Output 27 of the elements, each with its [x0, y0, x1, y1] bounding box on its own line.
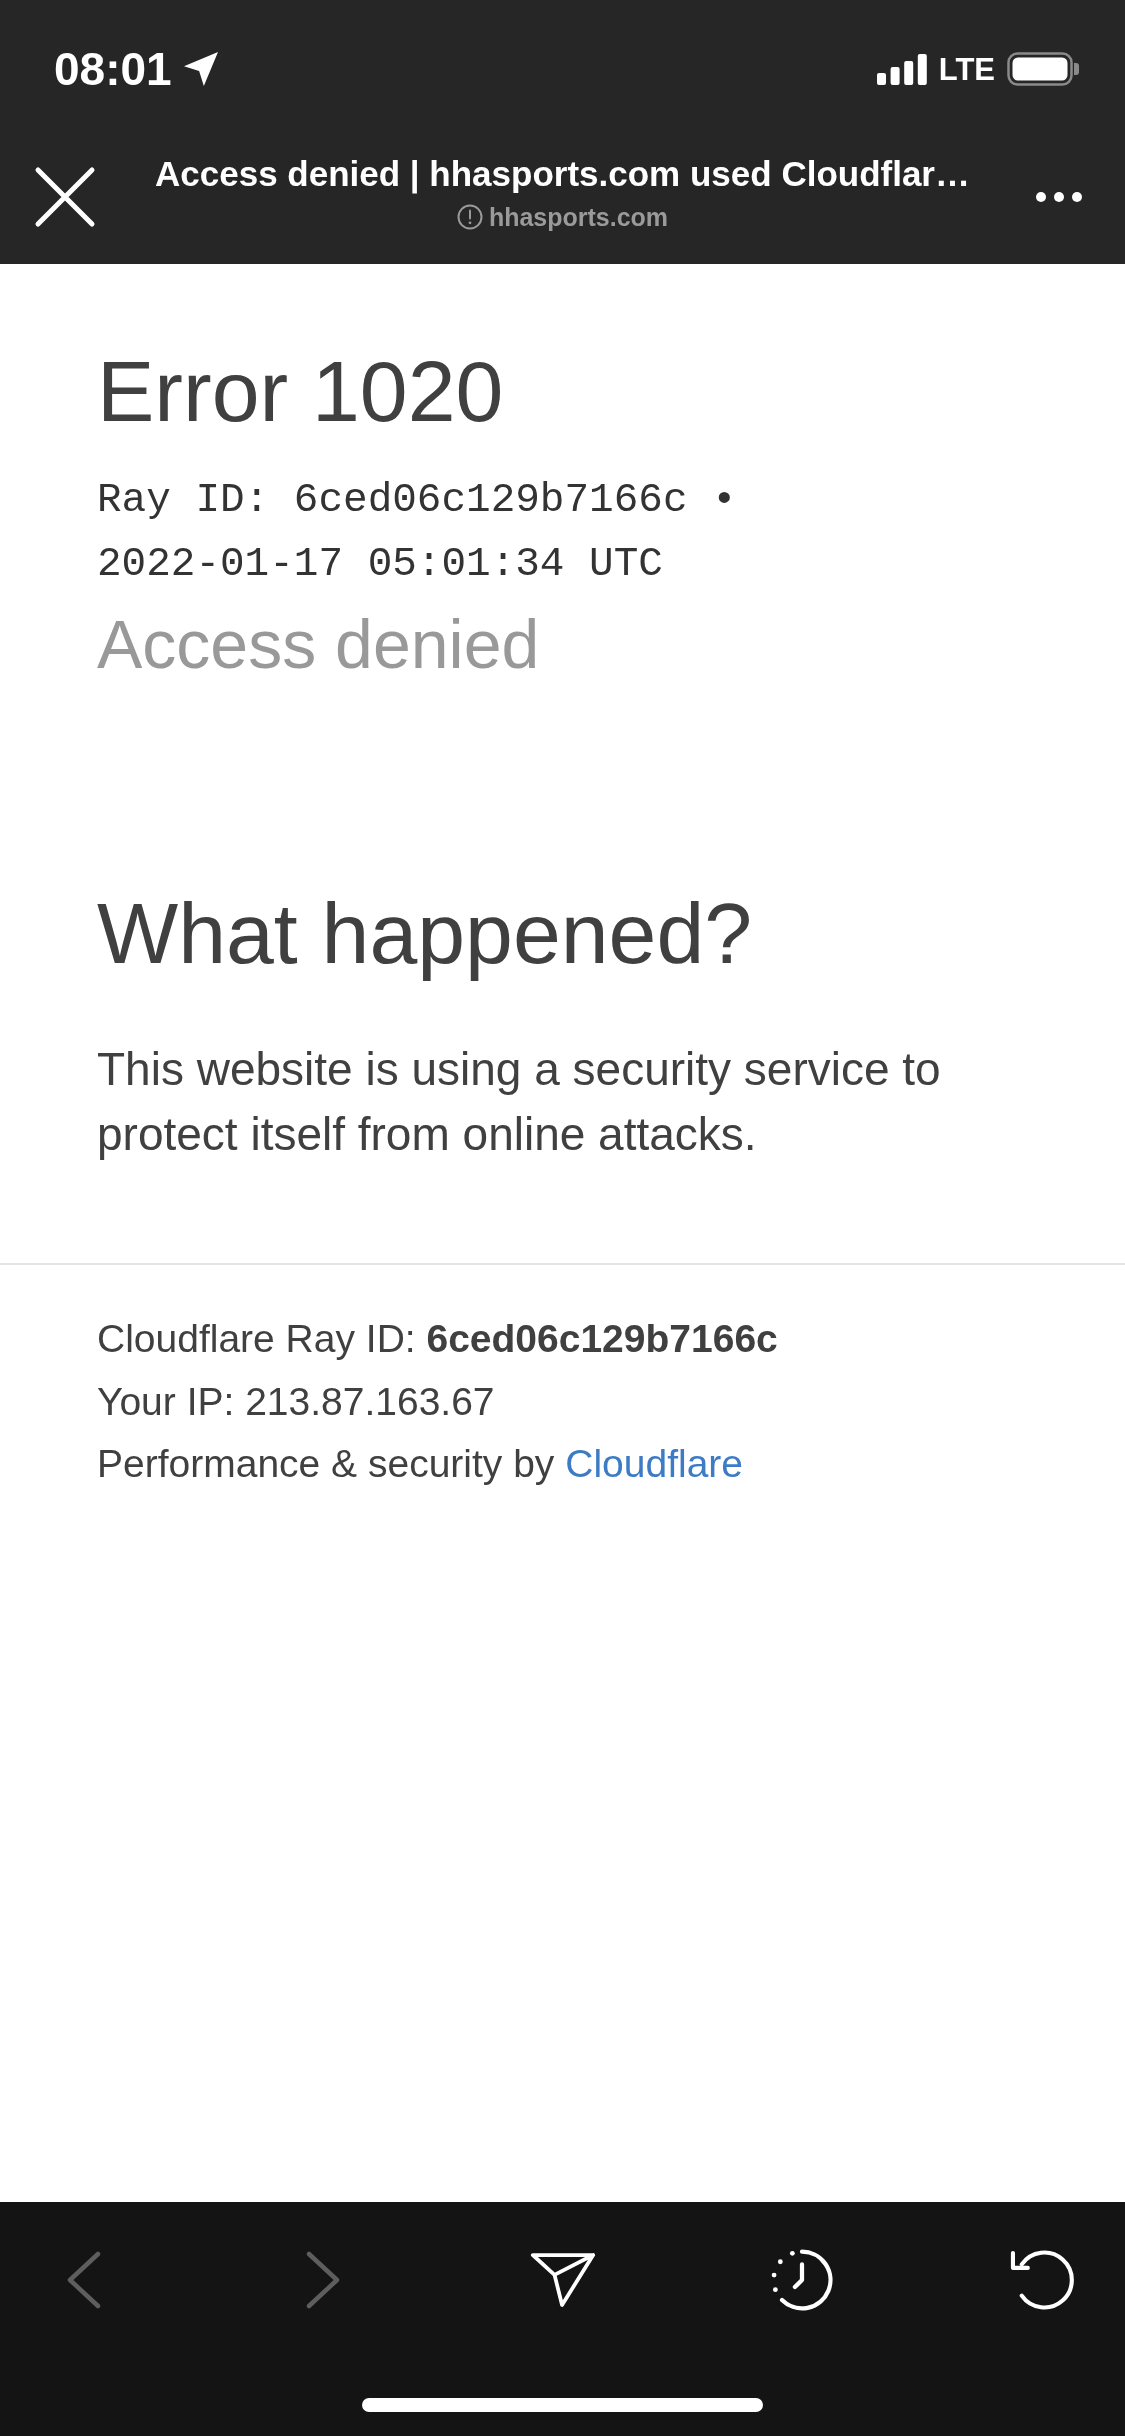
battery-icon: [1007, 52, 1079, 86]
ray-id-text: Ray ID: 6ced06c129b7166c • 2022-01-17 05:01:34 UTC: [97, 476, 738, 589]
more-button[interactable]: [1036, 192, 1082, 202]
section-heading: What happened?: [97, 884, 753, 983]
description-text: This website is using a security service to protect itself from online attacks.: [97, 1042, 942, 1162]
time-text: 08:01: [54, 46, 172, 92]
location-arrow-icon: [183, 52, 218, 86]
ray-id-text: Cloudflare Ray ID: 6ced06c129b7166c: [97, 1316, 778, 1362]
reload-button[interactable]: [1008, 2247, 1074, 2313]
url-text: hhasports.com: [488, 202, 669, 233]
chevron-right-icon: [306, 2251, 341, 2309]
attribution-text: Performance & security by Cloudflare: [97, 1441, 744, 1487]
chevron-left-icon: [67, 2251, 101, 2309]
info-circle-icon: [456, 204, 483, 230]
status-subtitle: Access denied: [97, 610, 540, 678]
network-type-text: LTE: [938, 53, 995, 85]
close-icon: [34, 166, 96, 228]
close-button[interactable]: [34, 166, 96, 228]
more-icon: [1036, 192, 1082, 202]
paper-plane-icon: [529, 2252, 596, 2308]
share-button[interactable]: [529, 2252, 596, 2308]
error-code-heading: Error 1020: [97, 348, 504, 434]
ip-address-text: Your IP: 213.87.163.67: [97, 1378, 495, 1425]
reload-icon: [1008, 2247, 1074, 2313]
cloudflare-link[interactable]: Cloudflare: [565, 1442, 744, 1485]
page-title: Access denied | hhasports.com used Cloudflar…: [155, 153, 970, 195]
signal-icon: [876, 53, 927, 85]
